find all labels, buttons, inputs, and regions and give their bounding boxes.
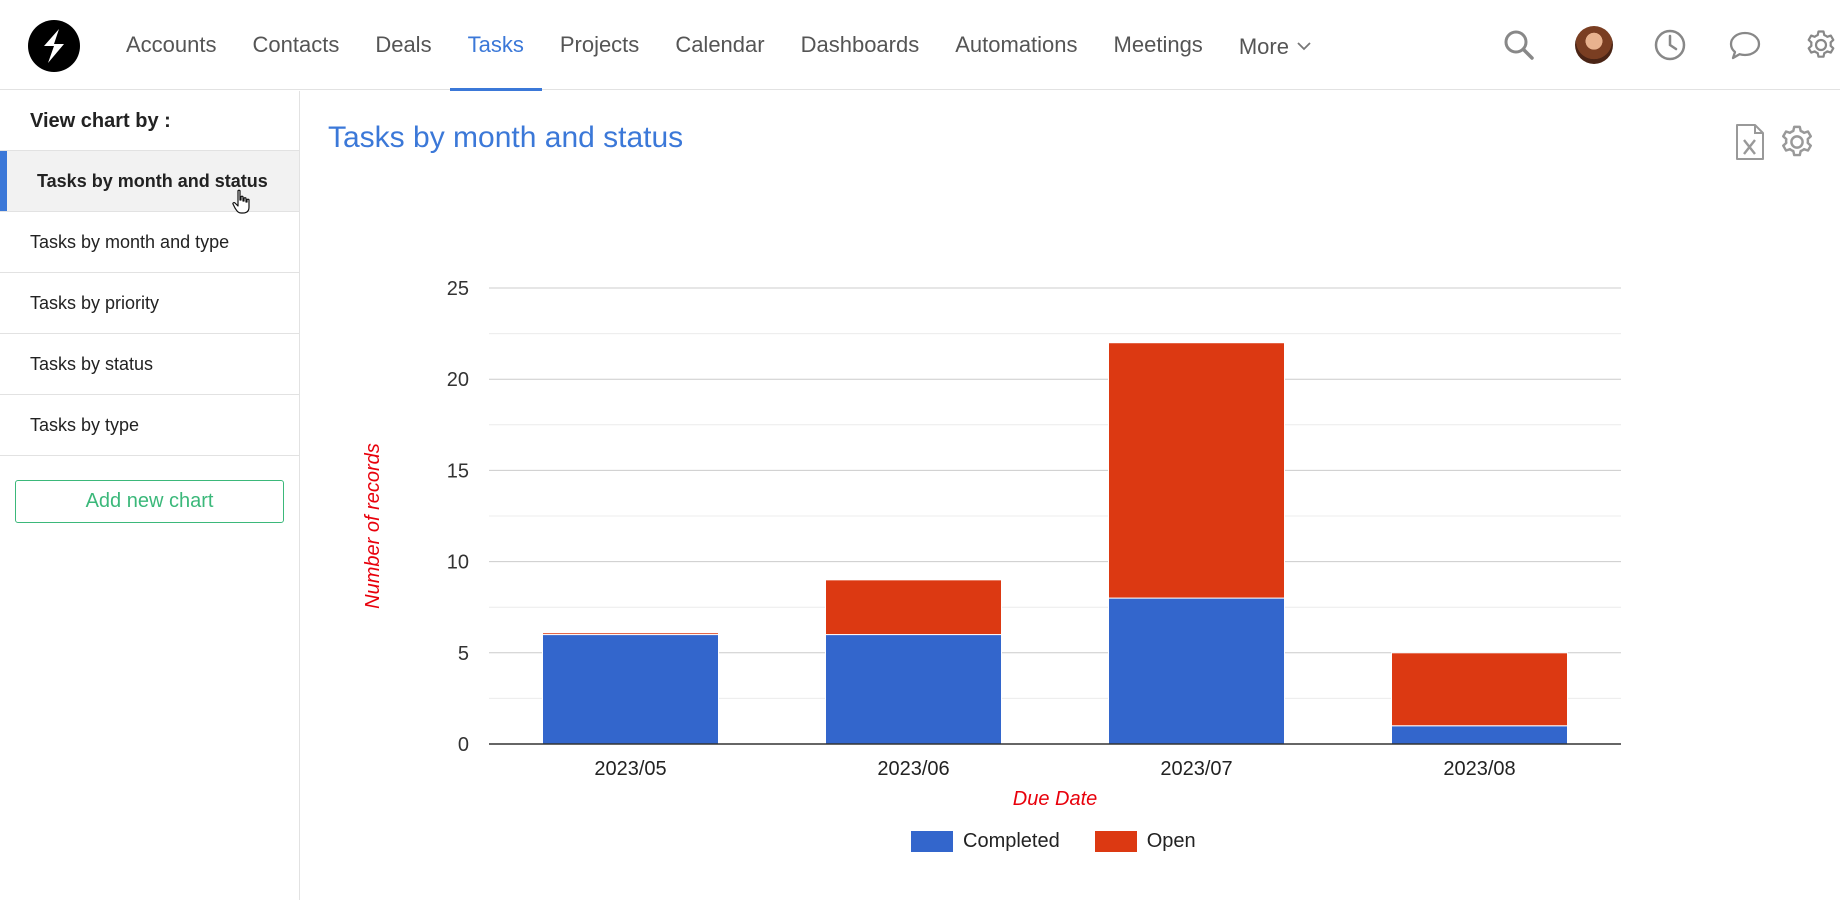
bar-completed-2023-08: [1391, 725, 1568, 745]
settings-gear-icon[interactable]: [1798, 22, 1840, 68]
nav-item-calendar[interactable]: Calendar: [657, 0, 782, 90]
search-icon[interactable]: [1496, 22, 1542, 68]
legend-item-open: Open: [1094, 830, 1196, 853]
sidebar-title: View chart by :: [0, 91, 299, 151]
sidebar-item-tasks-by-month-and-status[interactable]: Tasks by month and status: [0, 151, 299, 212]
nav-item-contacts[interactable]: Contacts: [235, 0, 358, 90]
legend-label: Open: [1146, 830, 1196, 852]
legend-swatch: [911, 831, 953, 852]
x-tick-label: 2023/06: [877, 758, 949, 780]
top-navigation-bar: Accounts Contacts Deals Tasks Projects Calend…: [0, 0, 1840, 91]
nav-item-meetings[interactable]: Meetings: [1096, 0, 1221, 90]
nav-item-deals[interactable]: Deals: [357, 0, 449, 90]
x-tick-label: 2023/08: [1443, 758, 1515, 780]
bar-completed-2023-07: [1108, 597, 1285, 745]
sidebar-item-tasks-by-status[interactable]: Tasks by status: [0, 334, 299, 395]
chart-sidebar: View chart by : Tasks by month and statu…: [0, 91, 300, 900]
bar-completed-2023-06: [825, 634, 1002, 745]
y-axis-title: Number of records: [362, 443, 384, 609]
main-nav: Accounts Contacts Deals Tasks Projects Calend…: [108, 0, 1329, 91]
user-avatar[interactable]: [1575, 26, 1613, 64]
nav-item-automations[interactable]: Automations: [937, 0, 1095, 90]
nav-more-menu[interactable]: More: [1221, 0, 1329, 90]
nav-item-accounts[interactable]: Accounts: [108, 0, 235, 90]
bar-open-2023-06: [825, 579, 1002, 636]
x-axis-title: Due Date: [1013, 788, 1098, 810]
x-tick-label: 2023/07: [1160, 758, 1232, 780]
legend-label: Completed: [963, 830, 1060, 852]
clock-icon[interactable]: [1647, 22, 1693, 68]
y-tick-label: 5: [458, 643, 469, 665]
y-tick-label: 0: [458, 734, 469, 756]
x-tick-label: 2023/05: [594, 758, 666, 780]
nav-item-dashboards[interactable]: Dashboards: [783, 0, 938, 90]
top-tools: [1496, 22, 1835, 68]
y-tick-label: 15: [447, 460, 469, 482]
nav-item-projects[interactable]: Projects: [542, 0, 657, 90]
chevron-down-icon: [1297, 42, 1311, 51]
stacked-bar-chart: 0 5 10 15 20 25 2023/05 2023/06 2023/07 2023/08 Du…: [362, 278, 1621, 810]
legend-swatch: [1094, 831, 1137, 852]
chat-icon[interactable]: [1722, 22, 1768, 68]
legend-item-completed: Completed: [911, 830, 1060, 853]
sidebar-item-tasks-by-month-and-type[interactable]: Tasks by month and type: [0, 212, 299, 273]
nav-item-tasks[interactable]: Tasks: [449, 0, 543, 91]
bar-open-2023-05: [542, 632, 719, 636]
add-new-chart-button[interactable]: Add new chart: [15, 480, 284, 523]
sidebar-item-tasks-by-type[interactable]: Tasks by type: [0, 395, 299, 456]
app-logo[interactable]: [28, 20, 80, 72]
bar-open-2023-07: [1108, 342, 1285, 599]
y-tick-label: 20: [447, 369, 469, 391]
hand-cursor-icon: [232, 189, 250, 214]
y-tick-label: 10: [447, 552, 469, 574]
chart-legend: Completed Open: [911, 830, 1231, 853]
bar-completed-2023-05: [542, 634, 719, 745]
logo-bolt-icon: [44, 29, 64, 63]
y-tick-label: 25: [447, 278, 469, 300]
bar-open-2023-08: [1391, 652, 1568, 727]
chart-list: Tasks by month and status Tasks by month …: [0, 151, 299, 456]
nav-more-label: More: [1238, 33, 1289, 59]
sidebar-item-tasks-by-priority[interactable]: Tasks by priority: [0, 273, 299, 334]
